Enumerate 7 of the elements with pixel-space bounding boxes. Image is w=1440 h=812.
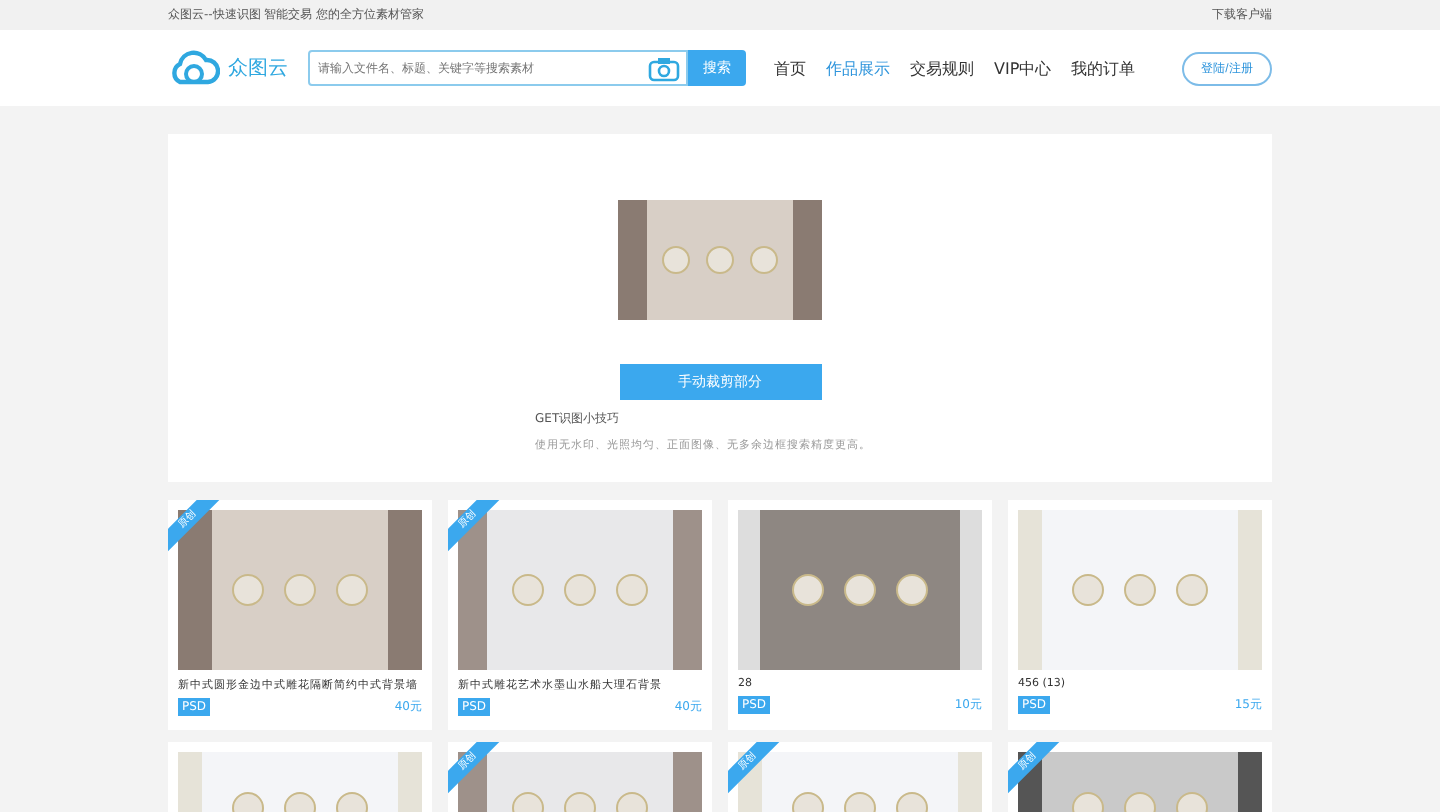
nav-link[interactable]: 首页 [774,57,806,79]
nav-link[interactable]: 我的订单 [1071,57,1136,79]
cloud-logo-icon [168,50,220,86]
camera-icon[interactable] [648,55,680,81]
nav-link[interactable]: 交易规则 [910,57,974,79]
nav-link[interactable]: VIP中心 [994,57,1052,79]
logo-text: 众图云 [228,56,288,82]
